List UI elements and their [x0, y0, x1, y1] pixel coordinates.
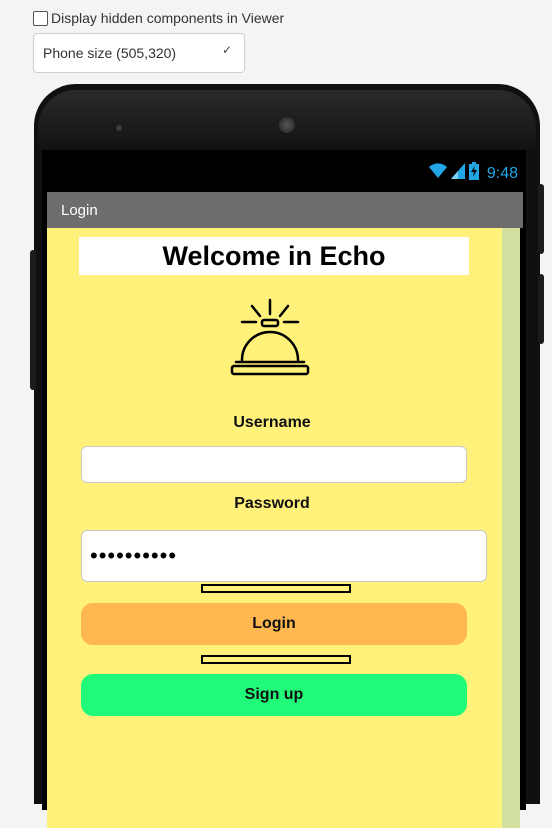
divider: [201, 655, 351, 664]
username-input[interactable]: [81, 446, 467, 483]
login-screen: Welcome in Echo Username Password ••••••…: [47, 228, 502, 828]
hidden-components-checkbox[interactable]: [33, 10, 48, 26]
phone-camera: [279, 117, 295, 133]
app-title: Login: [61, 201, 98, 219]
phone-side-button: [538, 274, 544, 344]
phone-side-button: [30, 250, 36, 390]
username-label: Username: [233, 414, 311, 431]
status-time: 9:48: [486, 164, 518, 182]
wifi-icon: [428, 163, 447, 184]
phone-screen: 9:48 Login Welcome in Echo Username Pass…: [42, 150, 526, 828]
divider: [201, 584, 351, 593]
service-bell-icon: [222, 298, 318, 385]
phone-frame: 9:48 Login Welcome in Echo Username Pass…: [30, 84, 544, 828]
hidden-components-toggle[interactable]: Display hidden components in Viewer: [33, 10, 284, 26]
chevron-down-icon: ✓: [221, 43, 232, 57]
status-bar: 9:48: [42, 150, 526, 192]
signal-icon: [450, 163, 465, 184]
welcome-heading: Welcome in Echo: [79, 237, 469, 275]
right-edge-panel: [502, 228, 520, 828]
battery-charging-icon: [468, 162, 479, 185]
phone-side-button: [538, 184, 544, 254]
phone-size-value: Phone size (505,320): [43, 45, 177, 61]
password-label: Password: [234, 495, 310, 512]
hidden-components-label: Display hidden components in Viewer: [51, 10, 285, 26]
login-button[interactable]: Login: [81, 603, 467, 645]
phone-sensor: [116, 125, 122, 131]
app-title-bar: Login: [47, 192, 523, 228]
phone-size-select[interactable]: Phone size (505,320) ✓: [33, 33, 245, 73]
sign-up-button[interactable]: Sign up: [81, 674, 467, 716]
password-input[interactable]: ••••••••••: [81, 530, 487, 582]
